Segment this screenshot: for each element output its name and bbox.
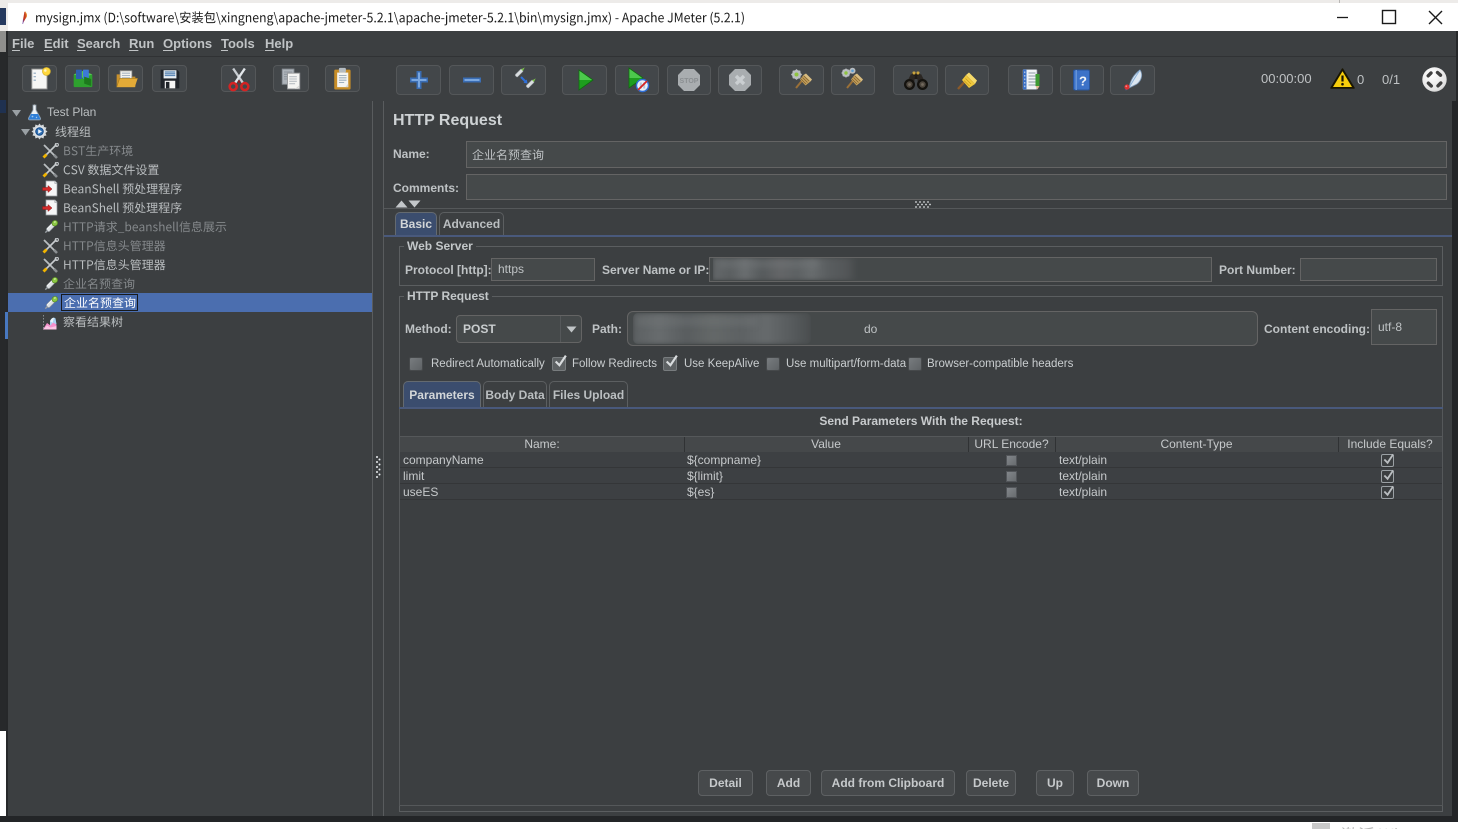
svg-text:?: ? — [1079, 73, 1087, 88]
svg-text:STOP: STOP — [680, 77, 699, 84]
